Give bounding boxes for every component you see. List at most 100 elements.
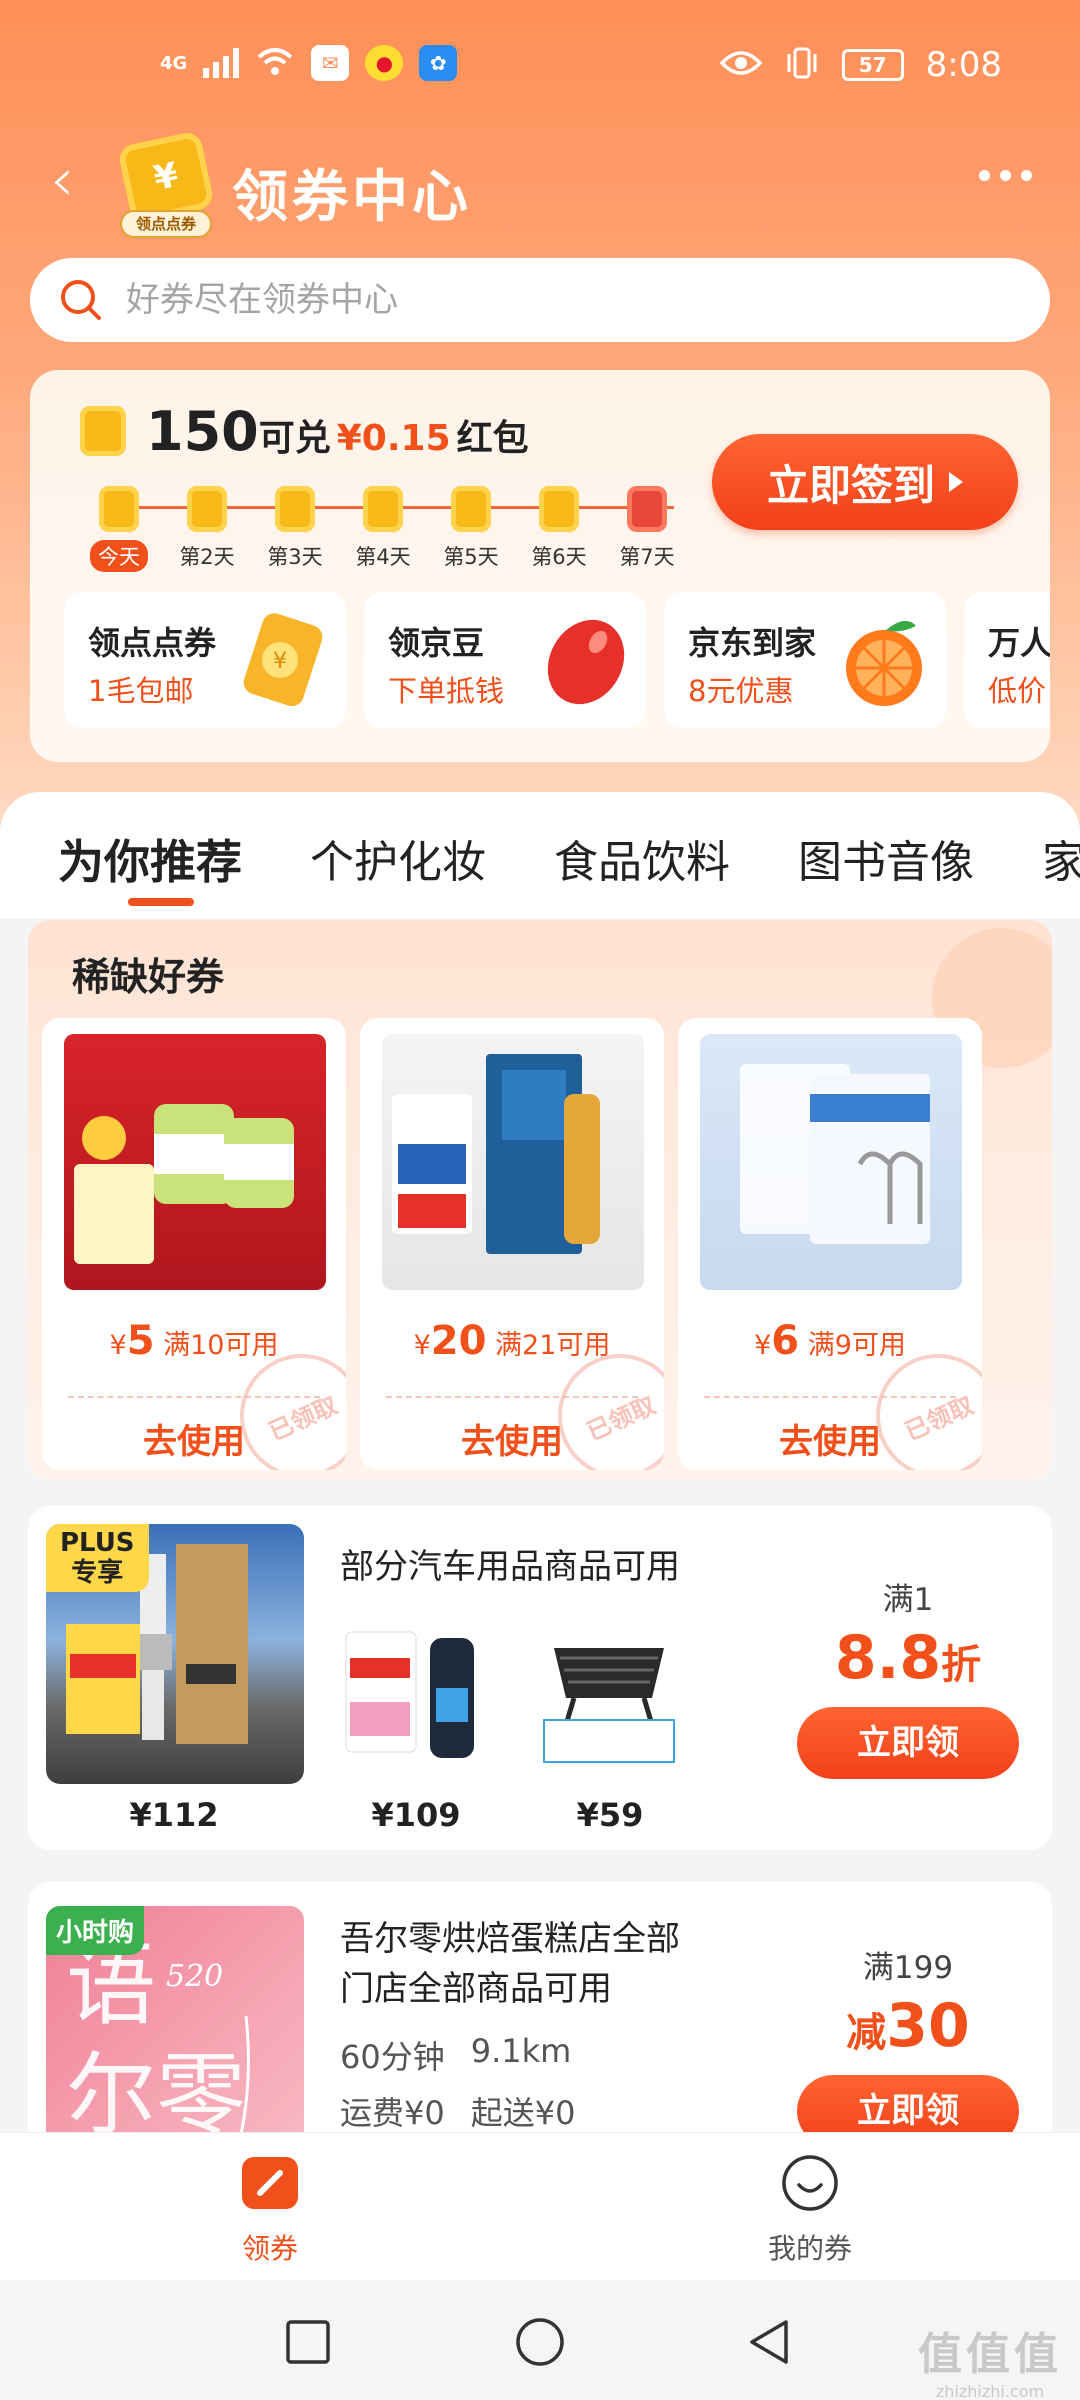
- scarce-coupon-card[interactable]: ¥6 满9可用 去使用 已领取: [678, 1018, 982, 1470]
- title-line: 门店全部商品可用: [340, 1969, 612, 2009]
- product-price: ¥59: [576, 1796, 644, 1834]
- more-dots-icon[interactable]: [979, 170, 1032, 181]
- shortcut-title: 领点点券: [88, 624, 217, 662]
- product-image-grill: [543, 1648, 675, 1763]
- claim-coupon-button[interactable]: 立即领: [797, 1707, 1019, 1779]
- plus-exclusive-badge: PLUS 专享: [46, 1524, 149, 1592]
- day-item: 第6天: [514, 478, 604, 572]
- svg-text:520: 520: [166, 1959, 223, 1994]
- coin-icon: [187, 486, 227, 532]
- top-header: ‹ ¥ 领点点券 领券中心: [0, 130, 1080, 240]
- day-label: 第5天: [443, 545, 499, 569]
- coupon-condition: 满10可用: [163, 1330, 279, 1361]
- bottom-nav: 领券 我的券: [0, 2132, 1080, 2280]
- tab-food-drink[interactable]: 食品饮料: [554, 826, 730, 892]
- orange-icon: [846, 620, 922, 706]
- recents-square-icon[interactable]: [284, 2318, 332, 2366]
- svg-text:¥: ¥: [273, 649, 287, 674]
- vibrate-icon: [784, 46, 820, 84]
- tab-recommend[interactable]: 为你推荐: [58, 826, 242, 906]
- content-panel: 为你推荐 个护化妆 食品饮料 图书音像 家 稀缺好券 ¥5 满10可用 去使用 …: [0, 792, 1080, 2132]
- nav-item-coupons[interactable]: 领券: [170, 2153, 370, 2267]
- nav-label: 我的券: [767, 2232, 852, 2265]
- shortcut-cards: 领点点券 1毛包邮 ¥ 领京豆 下单抵钱 京东到家 8元优惠 万人 低价: [64, 592, 1050, 732]
- shortcut-card-coupon[interactable]: 领点点券 1毛包邮 ¥: [64, 592, 346, 728]
- claim-coupon-button[interactable]: 立即领: [797, 2075, 1019, 2132]
- shortcut-sub: 低价: [988, 674, 1047, 708]
- day-label: 第7天: [619, 545, 675, 569]
- shortcut-card-jddj[interactable]: 京东到家 8元优惠: [664, 592, 946, 728]
- tab-books-media[interactable]: 图书音像: [798, 826, 974, 892]
- watermark-url: zhizhizhi.com: [935, 2382, 1045, 2400]
- coupon-discount: 减30: [792, 1991, 1024, 2061]
- discount-unit: 折: [941, 1642, 982, 1688]
- scarce-coupon-card[interactable]: ¥5 满10可用 去使用 已领取: [42, 1018, 346, 1470]
- day-item: 第2天: [162, 478, 252, 572]
- delivery-info: 60分钟 9.1km: [340, 2032, 571, 2078]
- coupon-icon: [242, 2157, 298, 2209]
- shortcut-card-jingdou[interactable]: 领京豆 下单抵钱: [364, 592, 646, 728]
- day-label: 第2天: [179, 545, 235, 569]
- coupon-condition: 满21可用: [495, 1330, 611, 1361]
- system-nav-bar: 值值值 zhizhizhi.com: [0, 2280, 1080, 2400]
- signin-button-label: 立即签到: [766, 460, 935, 510]
- product-price: ¥109: [371, 1796, 461, 1834]
- product-image-swisse: [64, 1034, 326, 1290]
- discount-value: 8.8: [834, 1623, 942, 1693]
- home-circle-icon[interactable]: [514, 2316, 566, 2368]
- nav-item-my-coupons[interactable]: 我的券: [710, 2153, 910, 2267]
- weibo-icon: ●: [365, 45, 404, 81]
- category-tabs: 为你推荐 个护化妆 食品饮料 图书音像 家: [58, 826, 1080, 906]
- smile-icon: [782, 2155, 838, 2211]
- bakery-coupon-card[interactable]: 语 520 尔零 小时购 吾尔零烘焙蛋糕店全部 门店全部商品可用 60分钟 9.1k…: [28, 1882, 1052, 2132]
- svg-text:尔零: 尔零: [66, 2043, 246, 2132]
- points-coin-icon: [80, 406, 126, 456]
- coupon-ticket-icon: ¥: [243, 613, 323, 707]
- signin-days: 今天 第2天 第3天 第4天 第5天 第6天 第7天: [74, 478, 714, 578]
- signin-button[interactable]: 立即签到: [712, 434, 1018, 530]
- badge-line: PLUS: [60, 1528, 135, 1558]
- nav-label: 领券: [241, 2232, 298, 2265]
- logo-tag: 领点点券: [120, 210, 212, 238]
- chevron-left-icon[interactable]: ‹: [50, 150, 74, 210]
- coupon-offer: 满1 8.8折 立即领: [792, 1574, 1024, 1779]
- scarce-coupon-card[interactable]: ¥20 满21可用 去使用 已领取: [360, 1018, 664, 1470]
- page-title: 领券中心: [232, 165, 472, 230]
- store-distance: 9.1km: [470, 2032, 572, 2070]
- search-bar[interactable]: [30, 258, 1050, 342]
- shortcut-sub: 8元优惠: [688, 674, 794, 708]
- clock: 8:08: [925, 45, 1002, 85]
- signin-card: 150 可兑 ¥0.15 红包 今天 第2天 第3天 第4天 第5天 第6天 第…: [30, 370, 1050, 762]
- shortcut-title: 领京豆: [388, 624, 485, 662]
- day-item: 第5天: [426, 478, 516, 572]
- wifi-icon: [255, 45, 295, 81]
- reward-amount: ¥0.15: [336, 418, 451, 459]
- tab-home[interactable]: 家: [1042, 826, 1080, 892]
- coupon-amount: 20: [430, 1318, 487, 1364]
- shortcut-sub: 1毛包邮: [88, 674, 194, 708]
- coupon-logo: ¥ 领点点券: [116, 130, 216, 238]
- day-item: 第4天: [338, 478, 428, 572]
- bean-icon: [547, 619, 625, 705]
- play-arrow-icon: [949, 472, 963, 492]
- discount-value: 30: [886, 1991, 970, 2061]
- fee-info: 运费¥0 起送¥0: [340, 2088, 575, 2132]
- shortcut-card-wanren[interactable]: 万人 低价: [964, 592, 1050, 728]
- badge-line: 专享: [71, 1558, 124, 1588]
- coupon-discount: 8.8折: [792, 1623, 1024, 1693]
- tab-personal-care[interactable]: 个护化妆: [310, 826, 486, 892]
- search-input[interactable]: [126, 280, 926, 320]
- search-icon: [61, 280, 101, 320]
- coin-icon: [539, 486, 579, 532]
- points-value: 150: [146, 400, 259, 463]
- scarce-coupons-section: 稀缺好券 ¥5 满10可用 去使用 已领取 ¥20 满21可用 去使用 已领取 …: [28, 920, 1052, 1480]
- back-triangle-icon[interactable]: [744, 2316, 796, 2368]
- coin-icon: [275, 486, 315, 532]
- reward-type: 红包: [456, 418, 529, 459]
- watermark-logo: 值值值: [918, 2329, 1062, 2380]
- car-supplies-coupon-card[interactable]: PLUS 专享 ¥112 部分汽车用品商品可用 ¥109 ¥59 满1 8.8折…: [28, 1506, 1052, 1850]
- product-price: ¥112: [129, 1796, 219, 1834]
- shortcut-title: 京东到家: [688, 624, 817, 662]
- day-label: 今天: [90, 540, 148, 572]
- redeem-text: 可兑: [258, 418, 331, 459]
